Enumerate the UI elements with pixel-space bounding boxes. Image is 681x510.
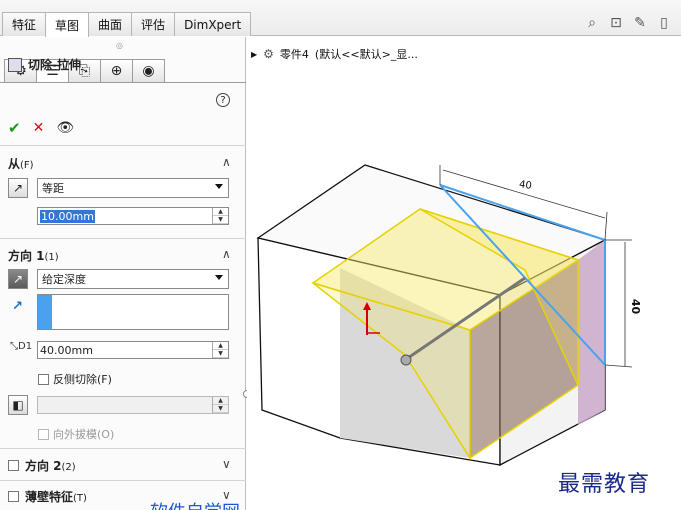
reverse-cut-checkbox[interactable]: 反侧切除(F) <box>38 371 112 387</box>
display-manager-icon[interactable]: ◉ <box>132 59 165 83</box>
preview-eye-icon[interactable]: 👁 <box>56 120 74 136</box>
direction-vector-icon: ↗ <box>12 299 23 314</box>
dimension-width-label[interactable]: 40 <box>518 179 532 192</box>
feature-title: 切除-拉伸 <box>28 58 81 72</box>
help-icon[interactable]: ? <box>216 93 230 107</box>
tab-surfaces[interactable]: 曲面 <box>88 12 133 36</box>
from-direction-icon[interactable]: ↗ <box>8 178 28 198</box>
direction2-section-title[interactable]: 方向 2(2) <box>8 457 76 474</box>
cancel-icon[interactable]: ✕ <box>33 120 45 136</box>
watermark: 最需教育 <box>558 472 651 497</box>
draft-outward-checkbox: 向外拔模(O) <box>38 426 114 442</box>
direction-vector-listbox[interactable] <box>37 294 229 330</box>
command-tabs: 特征 草图 曲面 评估 DimXpert <box>2 12 252 37</box>
divider <box>0 145 246 146</box>
ok-icon[interactable]: ✔ <box>8 119 21 137</box>
divider <box>0 238 246 239</box>
tab-evaluate[interactable]: 评估 <box>131 12 176 36</box>
from-select[interactable]: 等距 <box>37 178 229 198</box>
spin-buttons[interactable]: ▲ ▼ <box>212 208 228 224</box>
chevron-up-icon[interactable]: ∧ <box>222 155 231 169</box>
depth-input[interactable]: 40.00mm ▲ ▼ <box>37 341 229 359</box>
end-condition-select[interactable]: 给定深度 <box>37 269 229 289</box>
offset-input[interactable]: 10.00mm ▲ ▼ <box>37 207 229 225</box>
draft-icon[interactable]: ◧ <box>8 395 28 415</box>
chevron-down-icon <box>215 275 223 280</box>
thin-feature-section-title[interactable]: 薄壁特征(T) <box>8 488 87 505</box>
chevron-down-icon <box>215 184 223 189</box>
previous-view-icon[interactable]: ✎ <box>631 14 649 32</box>
section-view-icon[interactable]: ▯ <box>655 14 673 32</box>
view-toolbar: ⌕ ⊡ ✎ ▯ <box>583 14 673 32</box>
divider <box>0 82 246 83</box>
divider <box>0 448 246 449</box>
spin-buttons: ▲ ▼ <box>212 397 228 413</box>
zoom-to-area-icon[interactable]: ⊡ <box>607 14 625 32</box>
feature-header: 切除-拉伸 <box>8 56 81 73</box>
chevron-down-icon[interactable]: ∨ <box>222 457 231 471</box>
command-manager: 特征 草图 曲面 评估 DimXpert ⌕ ⊡ ✎ ▯ <box>0 0 681 37</box>
zoom-to-fit-icon[interactable]: ⌕ <box>583 14 601 32</box>
reverse-direction-icon[interactable]: ↗ <box>8 269 28 289</box>
panel-grip-icon[interactable]: ◎ <box>116 41 123 50</box>
checkbox-box[interactable] <box>8 460 19 471</box>
checkbox-box <box>38 428 49 440</box>
part-icon: ⚙ <box>263 47 274 61</box>
cut-extrude-icon <box>8 57 22 72</box>
expand-icon[interactable]: ▶ <box>251 50 257 59</box>
dimxpert-manager-icon[interactable]: ⊕ <box>100 59 133 83</box>
graphics-area[interactable] <box>247 37 681 510</box>
chevron-up-icon[interactable]: ∧ <box>222 247 231 261</box>
divider <box>0 480 246 481</box>
tab-sketch[interactable]: 草图 <box>45 12 90 37</box>
configuration-label: (默认<<默认>_显... <box>314 48 418 61</box>
tab-dimxpert[interactable]: DimXpert <box>174 12 252 36</box>
part-name: 零件4 <box>279 48 309 61</box>
bottom-watermark-text: 软件自学网 <box>150 498 240 510</box>
tab-features[interactable]: 特征 <box>2 12 47 36</box>
checkbox-box[interactable] <box>38 373 49 385</box>
feature-tree-flyout[interactable]: ▶ ⚙ 零件4 (默认<<默认>_显... <box>251 46 418 62</box>
action-buttons: ✔ ✕ 👁 <box>8 119 74 137</box>
dimension-height-label[interactable]: 40 <box>629 299 642 314</box>
selection-highlight <box>38 295 52 329</box>
checkbox-box[interactable] <box>8 491 19 502</box>
from-section-title[interactable]: 从(F) <box>8 155 34 172</box>
depth-d1-icon: ⤡D1 <box>10 341 33 352</box>
draft-angle-input: ▲ ▼ <box>37 396 229 414</box>
spin-buttons[interactable]: ▲ ▼ <box>212 342 228 358</box>
direction1-section-title[interactable]: 方向 1(1) <box>8 247 59 264</box>
